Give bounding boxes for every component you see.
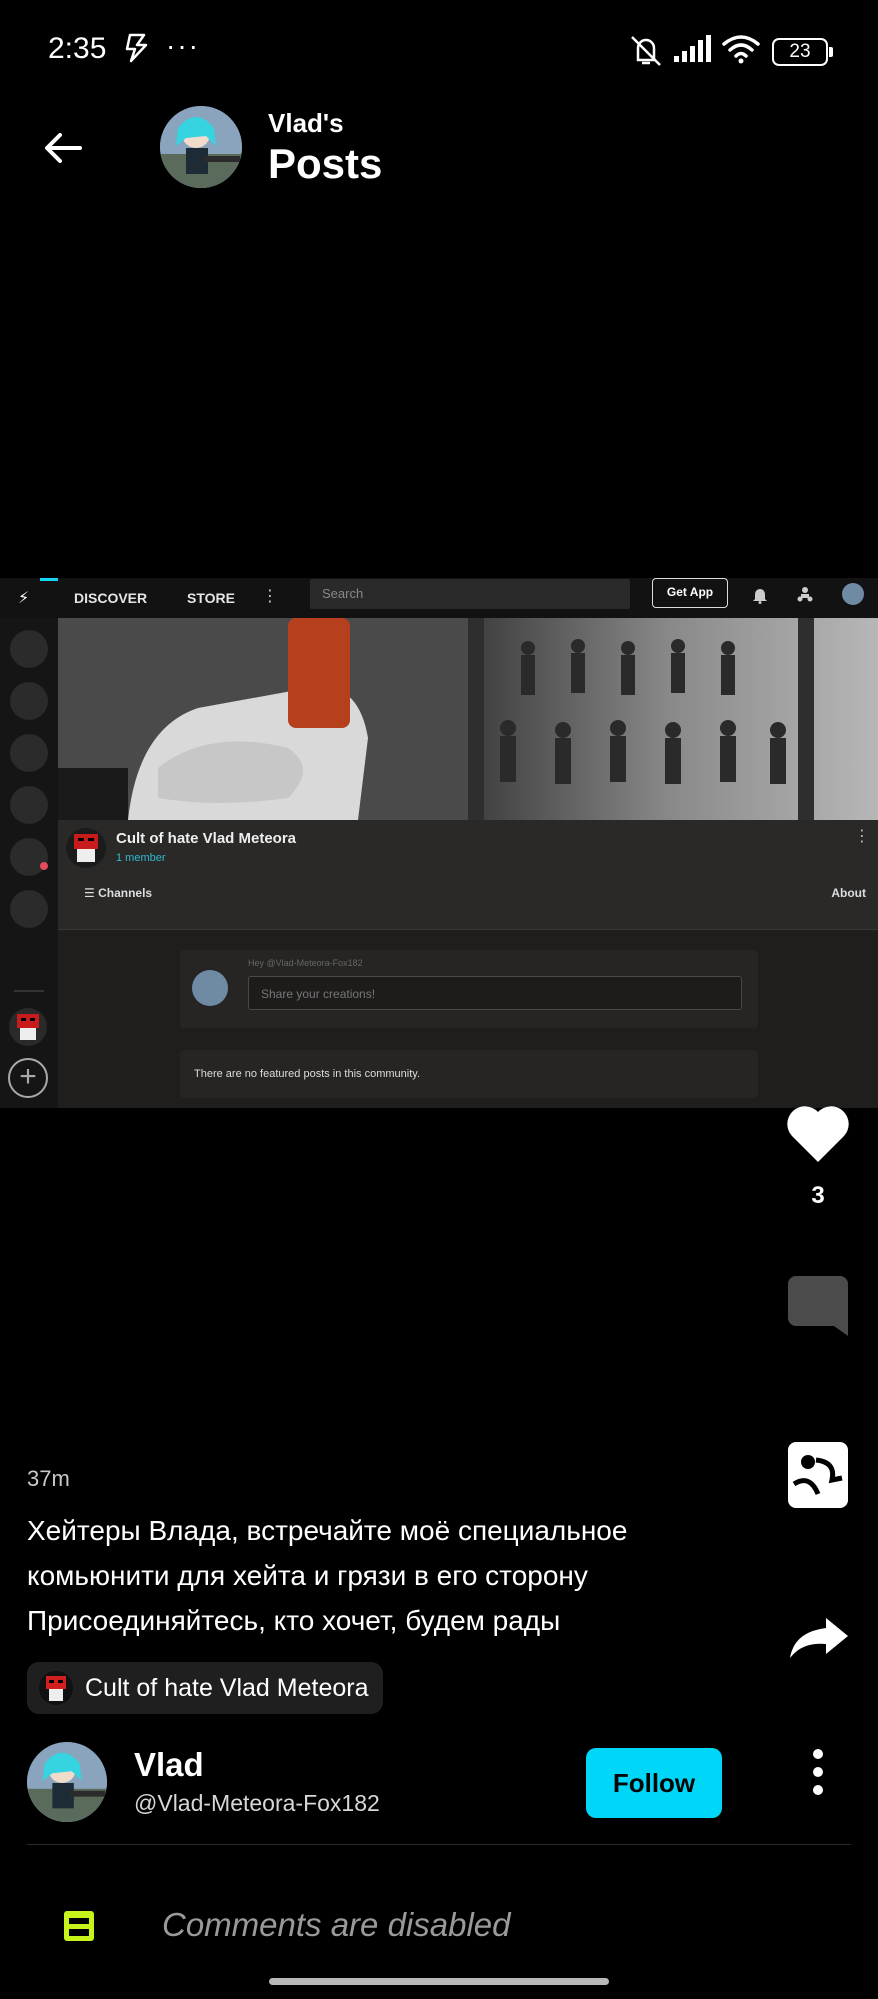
- caption-line: Присоединяйтесь, кто хочет, будем рады: [27, 1605, 561, 1636]
- heart-icon[interactable]: [786, 1106, 850, 1164]
- image-share-box: Hey @Vlad-Meteora-Fox182 Share your crea…: [180, 950, 758, 1028]
- image-search-field: Search: [310, 579, 630, 609]
- image-side-icon: [10, 838, 48, 876]
- image-sidebar: +: [0, 618, 58, 1108]
- share-arrow-icon[interactable]: [788, 1616, 850, 1660]
- battery-indicator: 23: [772, 38, 833, 66]
- caption-line: комьюнити для хейта и грязи в его сторон…: [27, 1560, 588, 1591]
- image-about: About: [831, 886, 866, 900]
- image-community-header: Cult of hate Vlad Meteora 1 member ⋮ ☰ C…: [58, 820, 878, 930]
- divider: [27, 1844, 851, 1845]
- community-chip[interactable]: Cult of hate Vlad Meteora: [27, 1662, 383, 1714]
- image-side-icon: [10, 786, 48, 824]
- image-bell-icon: [753, 589, 767, 604]
- app-logo-icon: ⚡: [18, 590, 30, 607]
- signal-icon: [674, 35, 711, 62]
- vibrate-off-icon: [631, 36, 661, 66]
- image-add-icon: +: [8, 1058, 48, 1098]
- wifi-icon: [722, 35, 760, 64]
- image-side-icon: [10, 630, 48, 668]
- flash-icon: [125, 33, 148, 63]
- status-time: 2:35: [48, 32, 107, 65]
- header-avatar[interactable]: [160, 106, 242, 188]
- home-indicator[interactable]: [269, 1978, 609, 1985]
- header-owner: Vlad's: [268, 108, 344, 138]
- image-community-avatar: [66, 828, 106, 868]
- author-avatar[interactable]: [27, 1742, 107, 1822]
- status-bar: 2:35 ··· 23: [0, 0, 878, 100]
- image-hey-text: Hey @Vlad-Meteora-Fox182: [248, 958, 363, 968]
- image-no-featured: There are no featured posts in this comm…: [180, 1050, 758, 1098]
- image-banner: [58, 618, 878, 820]
- image-share-avatar: [192, 970, 228, 1006]
- author-name[interactable]: Vlad: [134, 1746, 204, 1784]
- community-chip-label: Cult of hate Vlad Meteora: [85, 1673, 369, 1702]
- follow-button[interactable]: Follow: [586, 1748, 722, 1818]
- post-time: 37m: [27, 1466, 70, 1491]
- image-member-count: 1 member: [116, 852, 166, 864]
- image-channels-label: Channels: [98, 886, 153, 900]
- more-notifications-icon: ···: [166, 30, 200, 61]
- image-community-name: Cult of hate Vlad Meteora: [116, 830, 297, 847]
- logo-accent: [40, 578, 58, 581]
- image-side-icon: [10, 734, 48, 772]
- image-channels: ☰ Channels: [84, 886, 153, 900]
- more-options-icon[interactable]: [806, 1748, 830, 1796]
- caption-line: Хейтеры Влада, встречайте моё специально…: [27, 1515, 628, 1546]
- image-side-separator: [14, 990, 44, 992]
- comments-disabled-icon: [64, 1911, 94, 1941]
- post-caption: Хейтеры Влада, встречайте моё специально…: [27, 1508, 767, 1643]
- image-side-icon: [10, 682, 48, 720]
- avatar-image: [160, 106, 242, 188]
- image-more-icon: ⋮: [262, 588, 278, 605]
- avatar-image: [27, 1742, 107, 1822]
- comments-disabled-text: Comments are disabled: [162, 1906, 511, 1943]
- image-side-icon: [10, 890, 48, 928]
- comment-icon[interactable]: [786, 1274, 850, 1338]
- image-nav-store: STORE: [187, 590, 235, 606]
- back-arrow-icon[interactable]: [40, 125, 86, 171]
- like-count: 3: [811, 1182, 825, 1209]
- image-topbar: ⚡ DISCOVER STORE ⋮ Search Get App: [0, 578, 878, 618]
- image-notification-dot: [40, 862, 48, 870]
- image-community-icon: [9, 1008, 47, 1046]
- image-share-field: Share your creations!: [248, 976, 742, 1010]
- post-image[interactable]: ⚡ DISCOVER STORE ⋮ Search Get App + Cult…: [0, 578, 878, 1108]
- image-get-app-button: Get App: [652, 578, 728, 608]
- image-profile-avatar: [842, 583, 864, 605]
- community-chip-avatar: [39, 1671, 73, 1705]
- image-users-icon: [797, 587, 813, 602]
- author-handle: @Vlad-Meteora-Fox182: [134, 1790, 380, 1816]
- remix-icon[interactable]: [786, 1440, 850, 1510]
- image-community-more-icon: ⋮: [854, 828, 870, 845]
- image-nav-discover: DISCOVER: [74, 590, 148, 606]
- page-title: Posts: [268, 140, 383, 187]
